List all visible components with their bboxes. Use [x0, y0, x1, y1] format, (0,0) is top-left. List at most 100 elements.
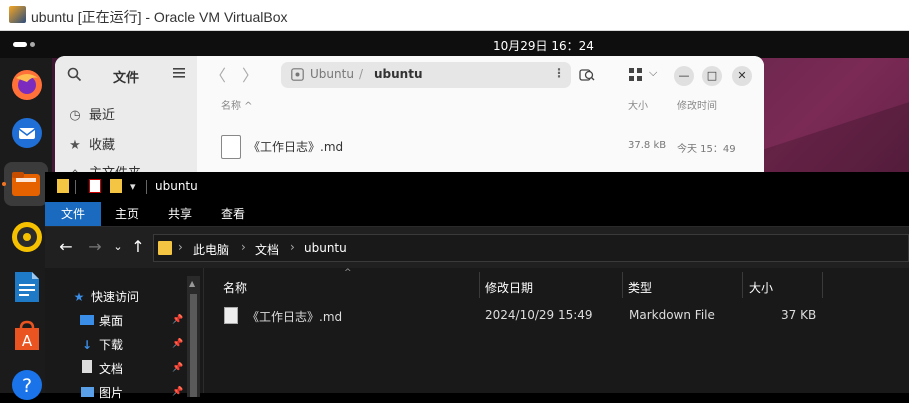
file-name[interactable]: 《工作日志》.md [247, 308, 342, 325]
pin-icon[interactable]: 📌 [172, 363, 183, 373]
column-divider[interactable] [479, 272, 480, 298]
pin-icon[interactable]: 📌 [172, 315, 183, 325]
file-list-pane: ^ 名称 修改日期 类型 大小 《工作日志》.md 2024/10/29 15:… [203, 268, 909, 393]
clock[interactable]: 10月29日 16：24 [493, 37, 594, 54]
path-segment-root[interactable]: Ubuntu [310, 67, 354, 81]
search-icon[interactable] [67, 67, 82, 82]
thunderbird-icon[interactable] [8, 114, 45, 151]
nav-scrollbar[interactable]: ▲ [187, 276, 200, 397]
column-header-modified[interactable]: 修改日期 [485, 279, 533, 296]
address-bar-row: ← → ⌄ ↑ › 此电脑 › 文档 › ubuntu [45, 226, 909, 269]
new-folder-icon[interactable] [110, 179, 122, 193]
breadcrumb-ubuntu[interactable]: ubuntu [304, 241, 347, 255]
app-center-icon[interactable]: A [8, 318, 45, 355]
breadcrumb-separator[interactable]: › [178, 240, 183, 254]
breadcrumb-separator[interactable]: › [241, 240, 246, 254]
nav-item-label: 桌面 [99, 314, 124, 328]
path-menu-icon[interactable]: ⋮ [553, 66, 565, 80]
divider [146, 180, 147, 194]
recent-locations-icon[interactable]: ⌄ [107, 240, 129, 253]
rhythmbox-icon[interactable] [8, 218, 45, 255]
file-size: 37.8 kB [628, 140, 667, 151]
writer-icon[interactable] [8, 268, 45, 305]
pin-icon[interactable]: 📌 [172, 387, 183, 397]
workspace-indicator-active [13, 42, 27, 47]
column-header-name[interactable]: 名称 ^ [221, 97, 253, 112]
column-header-type[interactable]: 类型 [628, 279, 652, 296]
back-button[interactable]: 〈 [205, 64, 231, 88]
back-button[interactable]: ← [55, 237, 77, 256]
up-button[interactable]: ↑ [127, 237, 149, 256]
column-header-size[interactable]: 大小 [628, 97, 648, 112]
breadcrumb-this-pc[interactable]: 此电脑 [193, 241, 229, 258]
column-header-size[interactable]: 大小 [749, 279, 773, 296]
column-divider[interactable] [622, 272, 623, 298]
scrollbar-thumb[interactable] [190, 294, 197, 397]
file-name[interactable]: 《工作日志》.md [248, 138, 343, 155]
explorer-window: ▾ ubuntu 文件 主页 共享 查看 ← → ⌄ ↑ › 此电脑 › 文档 … [45, 172, 909, 400]
svg-text:A: A [21, 332, 32, 350]
svg-text:?: ? [21, 375, 31, 397]
path-bar[interactable]: Ubuntu / ubuntu ⋮ [281, 62, 571, 88]
ubuntu-top-panel: 10月29日 16：24 [0, 31, 909, 58]
sidebar-item-label: 最近 [89, 108, 116, 123]
activities-button[interactable] [13, 42, 35, 47]
files-main-pane: 〈 〉 Ubuntu / ubuntu ⋮ ⌵ — □ ✕ 名称 ^ 大小 修改… [197, 56, 764, 176]
file-modified: 2024/10/29 15:49 [485, 308, 593, 322]
folder-icon [158, 241, 172, 255]
files-window: 文件 ◷ 最近 ★ 收藏 ⌂ 主文件夹 〈 〉 Ubuntu / ubuntu ⋮ ⌵… [55, 56, 764, 176]
firefox-icon[interactable] [8, 66, 45, 103]
breadcrumb-separator[interactable]: › [290, 240, 295, 254]
navigation-pane: ★ 快速访问 桌面 📌 ↓ 下载 📌 文档 📌 图片 📌 [45, 268, 203, 400]
properties-icon[interactable] [89, 179, 101, 193]
minimize-button[interactable]: — [674, 66, 694, 86]
running-indicator [2, 182, 6, 186]
forward-button[interactable]: 〉 [237, 64, 263, 88]
drive-icon [291, 68, 304, 81]
pin-icon[interactable]: 📌 [172, 339, 183, 349]
document-icon [78, 360, 96, 376]
forward-button[interactable]: → [84, 237, 106, 256]
tab-home[interactable]: 主页 [105, 202, 149, 226]
file-icon [224, 307, 238, 324]
explorer-titlebar: ▾ ubuntu [45, 172, 909, 202]
tab-share[interactable]: 共享 [158, 202, 202, 226]
workspace-indicator [30, 42, 35, 47]
virtualbox-titlebar: ubuntu [正在运行] - Oracle VM VirtualBox [0, 0, 909, 31]
sidebar-item-recent[interactable]: ◷ 最近 [67, 104, 115, 123]
hamburger-menu-icon[interactable] [173, 68, 185, 78]
find-in-folder-icon[interactable] [579, 67, 595, 83]
path-segment-current[interactable]: ubuntu [374, 67, 423, 81]
column-header-modified[interactable]: 修改时间 [677, 97, 717, 112]
address-bar[interactable]: › 此电脑 › 文档 › ubuntu [153, 234, 909, 262]
nav-item-quick-access[interactable]: ★ 快速访问 [70, 288, 139, 305]
column-divider[interactable] [822, 272, 823, 298]
tab-view[interactable]: 查看 [211, 202, 255, 226]
sidebar-item-starred[interactable]: ★ 收藏 [67, 134, 115, 153]
customize-toolbar-icon[interactable]: ▾ [130, 180, 136, 193]
tab-file[interactable]: 文件 [45, 202, 101, 226]
nav-item-label: 下载 [99, 338, 124, 352]
nav-item-label: 快速访问 [91, 290, 140, 304]
view-options-chevron-icon[interactable]: ⌵ [649, 66, 657, 80]
close-button[interactable]: ✕ [732, 66, 752, 86]
virtualbox-icon [9, 6, 26, 23]
files-icon[interactable] [4, 162, 48, 206]
column-header-name[interactable]: 名称 [223, 279, 247, 296]
scroll-up-arrow-icon[interactable]: ▲ [189, 279, 195, 288]
clock-icon: ◷ [69, 108, 81, 123]
maximize-button[interactable]: □ [702, 66, 722, 86]
help-icon[interactable]: ? [8, 366, 45, 403]
column-divider[interactable] [742, 272, 743, 298]
nav-item-documents[interactable]: 文档 [78, 360, 123, 377]
breadcrumb-documents[interactable]: 文档 [255, 241, 279, 258]
nav-item-downloads[interactable]: ↓ 下载 [78, 336, 123, 353]
sidebar-item-label: 收藏 [89, 138, 116, 153]
nav-item-desktop[interactable]: 桌面 [78, 312, 123, 329]
picture-icon [78, 386, 96, 400]
file-size: 37 KB [781, 308, 817, 322]
files-sidebar: 文件 ◷ 最近 ★ 收藏 ⌂ 主文件夹 [55, 56, 197, 176]
grid-view-icon[interactable] [629, 68, 642, 81]
nav-item-label: 文档 [99, 362, 124, 376]
sort-ascending-icon: ^ [344, 268, 352, 278]
